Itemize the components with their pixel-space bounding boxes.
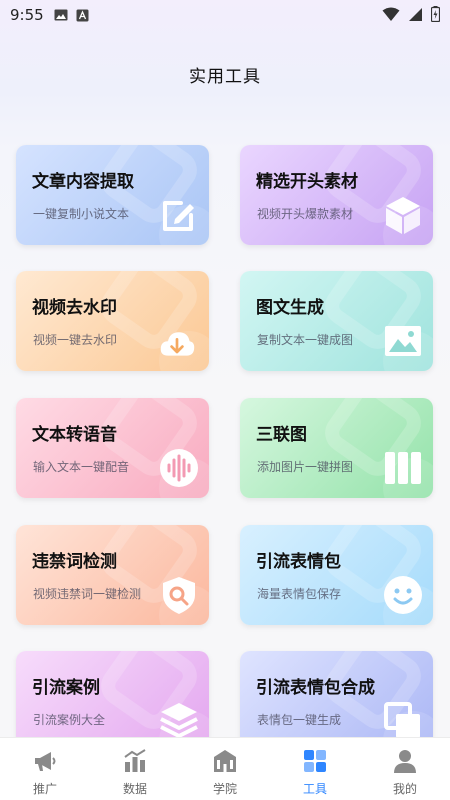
- tab-tools[interactable]: 工具: [270, 738, 360, 800]
- bar-chart-icon: [124, 749, 146, 772]
- shield-search-icon: [163, 577, 195, 614]
- status-time: 9:55: [10, 6, 44, 24]
- tab-label: 推广: [32, 782, 57, 796]
- tool-card-title: 文章内容提取: [32, 172, 134, 192]
- image-icon: [54, 9, 68, 21]
- tool-card-subtitle: 海量表情包保存: [257, 587, 342, 601]
- tool-card-triptych[interactable]: 三联图 添加图片一键拼图: [240, 398, 433, 498]
- tab-label: 我的: [392, 782, 417, 796]
- tab-label: 工具: [302, 782, 327, 796]
- tool-card-title: 图文生成: [256, 298, 324, 318]
- layers-icon: [160, 703, 198, 738]
- cube-icon: [386, 197, 420, 234]
- tool-card-traffic-cases[interactable]: 引流案例 引流案例大全: [16, 651, 209, 751]
- bottom-tab-bar: 推广 数据 学院 工具 我的: [0, 737, 450, 800]
- smiley-icon: [384, 576, 422, 614]
- tool-card-title: 精选开头素材: [256, 172, 358, 192]
- tool-card-image-text-generate[interactable]: 图文生成 复制文本一键成图: [240, 271, 433, 371]
- tool-card-subtitle: 添加图片一键拼图: [257, 460, 354, 474]
- battery-icon: [431, 6, 440, 22]
- tool-card-subtitle: 视频开头爆款素材: [257, 207, 354, 221]
- tool-card-title: 引流表情包合成: [256, 678, 375, 698]
- tool-card-title: 三联图: [256, 425, 307, 445]
- tab-me[interactable]: 我的: [360, 738, 450, 800]
- tab-label: 学院: [212, 782, 237, 796]
- tab-data[interactable]: 数据: [90, 738, 180, 800]
- status-bar: 9:55: [0, 0, 450, 30]
- tool-card-subtitle: 复制文本一键成图: [257, 333, 354, 347]
- tool-card-subtitle: 输入文本一键配音: [33, 460, 130, 474]
- tool-card-subtitle: 表情包一键生成: [257, 713, 342, 727]
- user-icon: [394, 750, 416, 773]
- megaphone-icon: [35, 752, 56, 771]
- page-title: 实用工具: [189, 67, 261, 87]
- tool-card-subtitle: 视频一键去水印: [33, 333, 118, 347]
- tool-card-banned-word-detect[interactable]: 违禁词检测 视频违禁词一键检测: [16, 525, 209, 625]
- tool-card-title: 视频去水印: [32, 298, 117, 318]
- sound-wave-icon: [160, 449, 198, 487]
- tool-card-text-to-speech[interactable]: 文本转语音 输入文本一键配音: [16, 398, 209, 498]
- building-icon: [214, 750, 236, 772]
- wifi-icon: [382, 7, 400, 21]
- tab-label: 数据: [122, 782, 147, 796]
- image-icon: [385, 326, 421, 356]
- tool-card-subtitle: 一键复制小说文本: [33, 207, 130, 221]
- tool-card-remove-watermark[interactable]: 视频去水印 视频一键去水印: [16, 271, 209, 371]
- three-panel-icon: [385, 452, 421, 484]
- tool-card-traffic-stickers[interactable]: 引流表情包 海量表情包保存: [240, 525, 433, 625]
- tab-academy[interactable]: 学院: [180, 738, 270, 800]
- tool-card-title: 引流表情包: [256, 552, 341, 572]
- a-badge-icon: [76, 9, 89, 21]
- edit-icon: [163, 201, 194, 231]
- tool-card-subtitle: 引流案例大全: [33, 713, 106, 727]
- tool-card-article-extract[interactable]: 文章内容提取 一键复制小说文本: [16, 145, 209, 245]
- tool-card-title: 文本转语音: [32, 425, 117, 445]
- tool-card-title: 引流案例: [32, 678, 100, 698]
- tool-card-sticker-compose[interactable]: 引流表情包合成 表情包一键生成: [240, 651, 433, 751]
- tool-card-opening-material[interactable]: 精选开头素材 视频开头爆款素材: [240, 145, 433, 245]
- tool-card-title: 违禁词检测: [32, 552, 117, 572]
- tools-grid-icon: [304, 750, 326, 772]
- signal-icon: [409, 7, 422, 21]
- copy-frames-icon: [384, 702, 420, 738]
- cloud-download-icon: [160, 332, 195, 356]
- tool-card-subtitle: 视频违禁词一键检测: [33, 587, 142, 601]
- tab-promote[interactable]: 推广: [0, 738, 90, 800]
